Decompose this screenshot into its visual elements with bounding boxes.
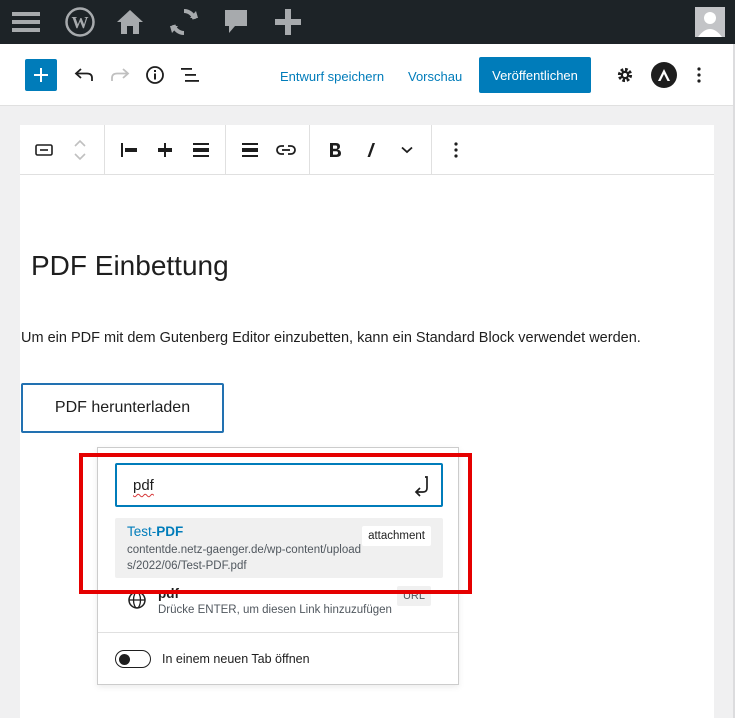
more-formats-button[interactable] xyxy=(391,134,423,166)
undo-icon xyxy=(74,68,93,81)
post-paragraph[interactable]: Um ein PDF mit dem Gutenberg Editor einz… xyxy=(21,330,641,346)
url-suggestion-type-badge: URL xyxy=(396,586,431,606)
toolbar-group-options xyxy=(432,125,480,175)
post-heading[interactable]: PDF Einbettung xyxy=(31,250,229,282)
toolbar-group-align xyxy=(105,125,226,175)
pdf-download-button[interactable]: PDF herunterladen xyxy=(21,383,224,433)
list-view-button[interactable] xyxy=(177,61,205,89)
globe-icon xyxy=(128,591,146,609)
more-vertical-icon xyxy=(454,142,458,158)
enter-icon[interactable] xyxy=(411,475,433,497)
svg-text:W: W xyxy=(72,13,89,32)
details-button[interactable] xyxy=(141,61,169,89)
more-options-button[interactable] xyxy=(688,61,710,89)
suggestion-type-badge: attachment xyxy=(362,526,431,546)
justify-left-button[interactable] xyxy=(113,134,145,166)
block-inserter-button[interactable] xyxy=(25,59,57,91)
gear-icon xyxy=(617,67,633,83)
redo-icon xyxy=(111,68,130,81)
toolbar-group-block xyxy=(20,125,105,175)
block-options-button[interactable] xyxy=(440,134,472,166)
plugin-button[interactable] xyxy=(651,62,677,88)
publish-button[interactable]: Veröffentlichen xyxy=(479,57,591,93)
popover-divider xyxy=(98,632,458,633)
comments-icon[interactable] xyxy=(214,0,258,44)
url-suggestion-hint: Drücke ENTER, um diesen Link hinzuzufüge… xyxy=(158,604,392,616)
plus-icon xyxy=(34,68,48,82)
toggle-knob xyxy=(119,653,130,665)
editor-header: Entwurf speichern Vorschau Veröffentlich… xyxy=(0,44,735,106)
undo-button[interactable] xyxy=(70,61,98,89)
redo-button[interactable] xyxy=(106,61,134,89)
width-button[interactable] xyxy=(234,134,266,166)
italic-icon xyxy=(367,143,375,157)
home-icon[interactable] xyxy=(108,0,152,44)
preview-button[interactable]: Vorschau xyxy=(408,66,462,86)
avatar[interactable] xyxy=(695,7,725,37)
save-draft-button[interactable]: Entwurf speichern xyxy=(280,66,384,86)
plugin-logo-icon xyxy=(658,69,670,81)
updates-icon[interactable] xyxy=(162,0,206,44)
link-popover: pdf Test-PDF contentde.netz-gaenger.de/w… xyxy=(97,447,459,685)
button-block-icon xyxy=(35,144,53,156)
menu-icon[interactable] xyxy=(4,0,48,44)
settings-button[interactable] xyxy=(611,61,639,89)
toolbar-group-format xyxy=(310,125,432,175)
bold-button[interactable] xyxy=(319,134,351,166)
width-icon xyxy=(242,143,258,157)
justify-center-icon xyxy=(158,143,172,157)
justify-left-icon xyxy=(121,143,137,157)
wordpress-logo-icon[interactable]: W xyxy=(58,0,102,44)
italic-button[interactable] xyxy=(355,134,387,166)
new-content-icon[interactable] xyxy=(266,0,310,44)
justify-stretch-button[interactable] xyxy=(185,134,217,166)
move-block-controls[interactable] xyxy=(64,134,96,166)
info-icon xyxy=(146,66,164,84)
chevron-down-icon xyxy=(401,146,413,154)
more-vertical-icon xyxy=(697,67,701,83)
link-input-value: pdf xyxy=(133,477,154,494)
new-tab-label: In einem neuen Tab öffnen xyxy=(162,652,310,666)
url-suggestion-title: pdf xyxy=(158,586,179,601)
justify-stretch-icon xyxy=(193,143,209,157)
block-toolbar xyxy=(20,125,714,175)
suggestion-title: Test-PDF xyxy=(127,524,184,539)
chevron-up-icon[interactable] xyxy=(73,139,87,147)
suggestion-url: contentde.netz-gaenger.de/wp-content/upl… xyxy=(127,544,362,572)
link-suggestion-url[interactable]: pdf Drücke ENTER, um diesen Link hinzuzu… xyxy=(115,584,443,624)
link-url-input[interactable]: pdf xyxy=(115,463,443,507)
bold-icon xyxy=(330,143,341,157)
block-type-button[interactable] xyxy=(28,134,60,166)
list-view-icon xyxy=(181,68,199,82)
justify-center-button[interactable] xyxy=(149,134,181,166)
toolbar-group-width-link xyxy=(226,125,310,175)
new-tab-toggle[interactable] xyxy=(115,650,151,668)
chevron-down-icon[interactable] xyxy=(73,153,87,161)
admin-bar: W xyxy=(0,0,735,44)
link-icon xyxy=(276,145,296,155)
link-suggestion-attachment[interactable]: Test-PDF contentde.netz-gaenger.de/wp-co… xyxy=(115,518,443,578)
link-button[interactable] xyxy=(270,134,302,166)
